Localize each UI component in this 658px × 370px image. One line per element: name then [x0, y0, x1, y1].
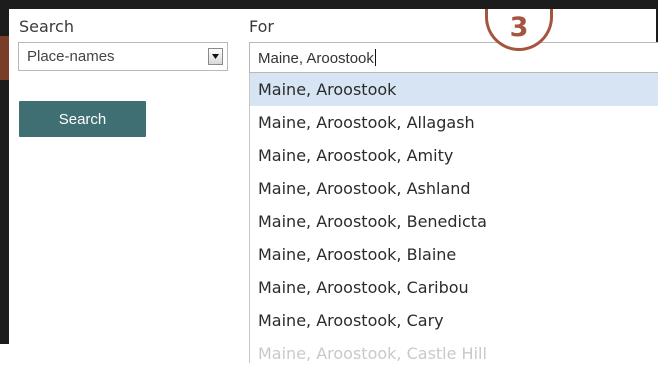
for-input-value: Maine, Aroostook — [258, 50, 374, 67]
suggestion-item[interactable]: Maine, Aroostook, Benedicta — [250, 205, 658, 238]
search-panel: Search Place-names Search For Maine, Aro… — [9, 9, 658, 363]
dropdown-arrow-icon[interactable] — [208, 48, 223, 65]
search-button[interactable]: Search — [19, 101, 146, 137]
suggestion-item[interactable]: Maine, Aroostook, Ashland — [250, 172, 658, 205]
suggestion-item[interactable]: Maine, Aroostook, Amity — [250, 139, 658, 172]
autocomplete-dropdown: Maine, Aroostook Maine, Aroostook, Allag… — [249, 73, 658, 363]
search-type-select[interactable]: Place-names — [18, 42, 228, 71]
window-frame-top — [0, 0, 658, 9]
for-input[interactable]: Maine, Aroostook — [249, 42, 658, 73]
suggestion-item[interactable]: Maine, Aroostook — [250, 73, 658, 106]
text-caret — [374, 49, 376, 66]
step-number: 3 — [509, 12, 529, 43]
search-type-value: Place-names — [27, 48, 115, 65]
suggestion-item[interactable]: Maine, Aroostook, Allagash — [250, 106, 658, 139]
suggestion-item[interactable]: Maine, Aroostook, Blaine — [250, 238, 658, 271]
suggestion-item[interactable]: Maine, Aroostook, Cary — [250, 304, 658, 337]
for-label: For — [249, 17, 274, 36]
search-label: Search — [19, 17, 74, 36]
suggestion-item[interactable]: Maine, Aroostook, Caribou — [250, 271, 658, 304]
suggestion-item[interactable]: Maine, Aroostook, Castle Hill — [250, 337, 658, 370]
